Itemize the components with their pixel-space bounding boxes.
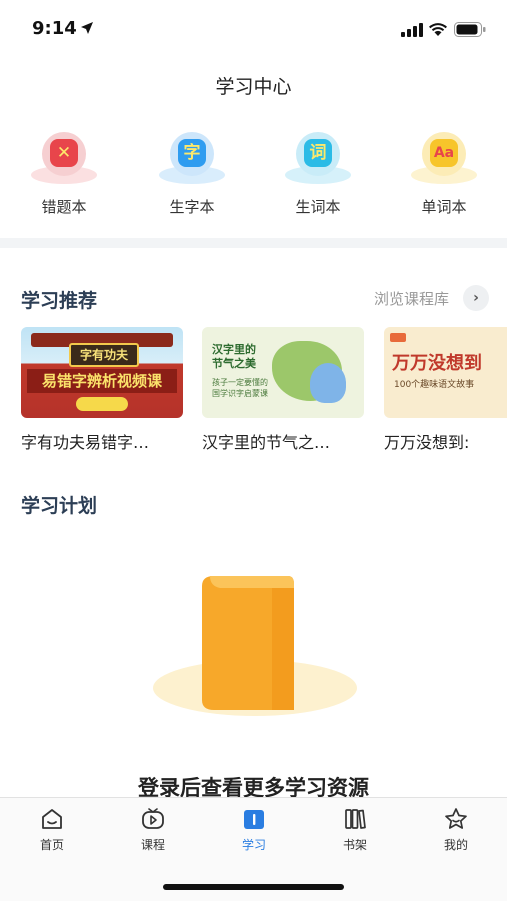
play-icon [142, 808, 164, 829]
shortcut-label: 单词本 [421, 198, 467, 216]
home-icon [42, 809, 62, 829]
shortcut-new-words[interactable]: 词 生词本 [263, 128, 373, 220]
status-bar: 9:14 [0, 0, 507, 60]
shortcut-label: 生词本 [295, 198, 341, 216]
section-divider [0, 238, 507, 248]
course-title: 汉字里的节气之… [202, 433, 331, 452]
location-arrow-icon [81, 22, 93, 34]
course-thumbnail: 万万没想到 100个趣味语文故事 [384, 327, 507, 418]
tab-study[interactable]: 学习 [219, 806, 289, 853]
shortcut-new-characters[interactable]: 字 生字本 [137, 128, 247, 220]
course-thumbnail: 字有功夫 易错字辨析视频课 [21, 327, 183, 418]
course-title: 字有功夫易错字… [21, 433, 150, 452]
browse-course-library-link[interactable]: 浏览课程库 [374, 288, 449, 309]
wrong-questions-icon: ✕ [42, 132, 86, 176]
plan-section-title: 学习计划 [21, 495, 98, 517]
home-indicator[interactable] [163, 884, 344, 890]
battery-icon [454, 22, 486, 37]
page-title: 学习中心 [215, 76, 292, 98]
recommend-section-title: 学习推荐 [21, 290, 98, 312]
empty-book-illustration [153, 576, 357, 716]
shortcut-label: 生字本 [169, 198, 215, 216]
study-shortcuts: ✕ 错题本 字 生字本 词 生词本 Aa 单词本 [0, 128, 507, 220]
tab-courses[interactable]: 课程 [118, 806, 188, 853]
cellular-signal-icon [401, 23, 423, 37]
course-thumbnail: 汉字里的 节气之美 孩子一定要懂的 国学识字启蒙课 [202, 327, 364, 418]
chevron-right-icon[interactable]: › [463, 285, 489, 311]
tab-profile[interactable]: 我的 [421, 806, 491, 853]
star-profile-icon [445, 808, 467, 829]
new-characters-icon: 字 [170, 132, 214, 176]
course-card[interactable]: 万万没想到 100个趣味语文故事 万万没想到: [384, 327, 507, 457]
status-time: 9:14 [32, 18, 77, 39]
tab-bookshelf[interactable]: 书架 [320, 806, 390, 853]
bookshelf-icon [345, 809, 366, 829]
shortcut-wrong-questions[interactable]: ✕ 错题本 [9, 128, 119, 220]
book-icon [244, 810, 264, 829]
course-title: 万万没想到: [384, 433, 470, 452]
shortcut-vocabulary[interactable]: Aa 单词本 [389, 128, 499, 220]
new-words-icon: 词 [296, 132, 340, 176]
tab-home[interactable]: 首页 [17, 806, 87, 853]
vocabulary-icon: Aa [422, 132, 466, 176]
wifi-icon [429, 23, 447, 36]
shortcut-label: 错题本 [41, 198, 87, 216]
